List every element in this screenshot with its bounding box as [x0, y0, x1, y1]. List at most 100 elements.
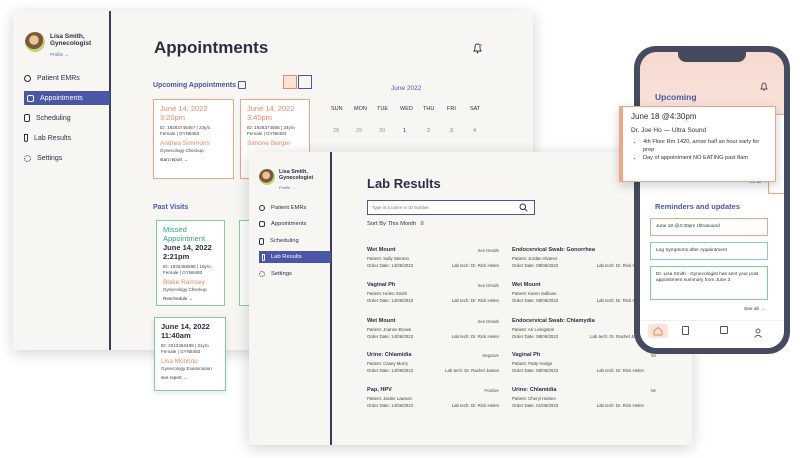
page-title: Lab Results	[367, 176, 441, 191]
calendar-date[interactable]: 1	[403, 128, 406, 134]
avatar[interactable]	[25, 32, 45, 52]
clipboard-tab[interactable]	[682, 326, 689, 335]
sidebar-item-label: Patient EMRs	[37, 74, 80, 82]
past-visit-card[interactable]: Missed Appointment June 14, 2022 2:21pm …	[156, 220, 225, 306]
profile-tab[interactable]	[754, 325, 762, 338]
sidebar-item-scheduling[interactable]: Scheduling	[259, 235, 331, 247]
lab-result-item[interactable]: Vaginal Ph Se Patient: Patty Hodge Order…	[512, 352, 656, 373]
calendar-date[interactable]: 4	[473, 128, 476, 134]
reminder-card[interactable]: June 18 @4:30pm Ultrasound	[650, 218, 768, 236]
search-icon[interactable]	[519, 203, 528, 212]
reminder-card[interactable]: Dr. Lisa Smith - Gynecologist has sent y…	[650, 266, 768, 300]
lab-order-date: Order Date: 08/06/2022	[512, 263, 559, 268]
lab-test-name: Urine: Chlamidia	[367, 352, 412, 358]
sidebar-item-label: Scheduling	[36, 114, 71, 122]
visit-type: Gynecology Examination	[161, 366, 212, 372]
sidebar-item-settings[interactable]: Settings	[24, 151, 110, 165]
lab-result-item[interactable]: Urine: Chlamidia Ne Patient: Cheryl Hain…	[512, 387, 656, 408]
notch	[678, 52, 746, 62]
calendar-date[interactable]: 3	[450, 128, 453, 134]
lab-patient: Patient: Jackie Lawson	[367, 396, 412, 401]
popup-bullet: 4th Floor Rm 1420, arrive half an hour e…	[643, 139, 767, 155]
missed-status: Missed Appointment	[163, 225, 206, 243]
see-all-reminders-link[interactable]: See all →	[744, 307, 765, 312]
reschedule-link[interactable]: Reschedule →	[163, 296, 218, 301]
lab-result-item[interactable]: Urine: Chlamidia Negative Patient: Casey…	[367, 352, 499, 373]
search-input[interactable]	[372, 203, 512, 212]
phone-screen: Upcoming ee all → Reminders and updates …	[640, 52, 784, 348]
calendar-date[interactable]: 29	[356, 128, 362, 134]
visit-time: 2:21pm	[163, 252, 190, 261]
lab-tech: Lab tech: Dr. Rick Helen	[451, 403, 499, 408]
sidebar-item-appointments[interactable]: Appointments	[259, 218, 331, 230]
sidebar-item-patient-emrs[interactable]: Patient EMRs	[259, 202, 331, 214]
sidebar-item-label: Scheduling	[270, 238, 299, 244]
popup-bullet: Day of appointment NO EATING past 8am	[643, 155, 767, 163]
upcoming-heading: Upcoming	[655, 92, 697, 102]
lab-result-item[interactable]: Wet Mount See Details Patient: Sally Ste…	[367, 247, 499, 268]
calendar-day-header: SUN	[331, 106, 343, 112]
calendar-date[interactable]: 30	[379, 128, 385, 134]
lab-patient: Patient: Cheryl Haines	[512, 396, 556, 401]
patient-sex: Female | GYN8483	[161, 349, 201, 355]
patient-name: Andrea Simmons	[160, 140, 210, 148]
calendar-day-header: FRI	[447, 106, 456, 112]
list-view-toggle[interactable]	[298, 75, 312, 89]
lab-result-item[interactable]: Pap, HPV Positive Patient: Jackie Lawson…	[367, 387, 499, 408]
profile-link[interactable]: Profile →	[279, 185, 295, 190]
lab-tech: Lab tech: Dr. Rick Helen	[596, 403, 644, 408]
lab-result-item[interactable]: Endocervical Swab: Chlamydia Po Patient:…	[512, 318, 656, 339]
avatar[interactable]	[259, 169, 275, 185]
calendar-day-header: SAT	[470, 106, 481, 112]
visit-time: 11:40am	[161, 331, 191, 340]
start-report-link[interactable]: start report →	[160, 157, 227, 162]
see-details-link[interactable]: See Details	[478, 283, 499, 288]
see-details-link[interactable]: See Details	[478, 319, 499, 324]
patient-sex: Female | GYN8483	[247, 131, 287, 137]
lab-test-name: Urine: Chlamidia	[512, 387, 557, 393]
visit-meta: ID: 1933456588 | 18y/o Female | GYN8483	[163, 264, 218, 276]
lab-tech: Lab tech: Dr. Rick Helen	[451, 298, 499, 303]
calendar-month: June 2022	[391, 85, 422, 92]
lab-result-item[interactable]: Endocervical Swab: Gonorrhea Ne Patient:…	[512, 247, 656, 268]
calendar-date[interactable]: 2	[427, 128, 430, 134]
notification-bell-icon[interactable]	[472, 41, 483, 54]
profile-link[interactable]: Profile →	[50, 52, 69, 57]
sidebar-item-label: Appointments	[40, 94, 83, 102]
calendar-date[interactable]: 28	[333, 128, 339, 134]
sort-dropdown[interactable]: Sort By This Month ≡	[367, 221, 424, 227]
reminder-text: Log Symptoms after Appointment	[656, 248, 727, 253]
upcoming-appointment-popup[interactable]: June 18 @4:30pm Dr. Joe Ho — Ultra Sound…	[619, 106, 776, 182]
lab-order-date: Order Date: 14/06/2022	[367, 263, 414, 268]
reminder-card[interactable]: Log Symptoms after Appointment	[650, 242, 768, 260]
sidebar-item-settings[interactable]: Settings	[259, 268, 331, 280]
home-tab[interactable]	[648, 324, 668, 338]
bottom-nav	[640, 320, 784, 348]
sidebar-item-label: Patient EMRs	[271, 205, 307, 211]
edit-icon[interactable]	[238, 81, 246, 89]
upcoming-appointment-card[interactable]: June 14, 2022 3:20pm ID: 19283746457 | 2…	[153, 99, 234, 179]
lab-result-item[interactable]: Wet Mount See Details Patient: Joanne Br…	[367, 318, 499, 339]
see-details-link[interactable]: See Details	[478, 248, 499, 253]
past-visit-card[interactable]: June 14, 2022 11:40am ID: 2013356489 | 2…	[154, 317, 226, 391]
user-name: Lisa Smith, Gynecologist	[279, 169, 313, 181]
sidebar-item-appointments[interactable]: Appointments	[24, 91, 110, 105]
sidebar-item-patient-emrs[interactable]: Patient EMRs	[24, 71, 110, 85]
sidebar-item-lab-results[interactable]: Lab Results	[24, 131, 110, 145]
lab-results-window: Lisa Smith, Gynecologist Profile → Patie…	[249, 152, 692, 445]
notification-bell-icon[interactable]	[760, 78, 768, 91]
search-box	[367, 200, 535, 215]
lab-result-item[interactable]: Vaginal Ph See Details Patient: Helen Sm…	[367, 282, 499, 303]
patient-sex: Female | GYN8483	[160, 131, 200, 137]
calendar-tab[interactable]	[720, 326, 728, 334]
sidebar-item-scheduling[interactable]: Scheduling	[24, 111, 110, 125]
appointment-time: 3:40pm	[247, 113, 273, 122]
lab-test-name: Endocervical Swab: Chlamydia	[512, 318, 595, 324]
page-title: Appointments	[154, 38, 269, 57]
grid-view-toggle[interactable]	[283, 75, 297, 89]
see-report-link[interactable]: see report →	[161, 375, 219, 380]
lab-result-item[interactable]: Wet Mount Se Patient: Karen Sullivan Ord…	[512, 282, 656, 303]
sidebar-item-label: Lab Results	[271, 254, 302, 260]
lab-order-date: Order Date: 08/06/2022	[512, 368, 559, 373]
sidebar-item-lab-results[interactable]: Lab Results	[259, 251, 331, 263]
